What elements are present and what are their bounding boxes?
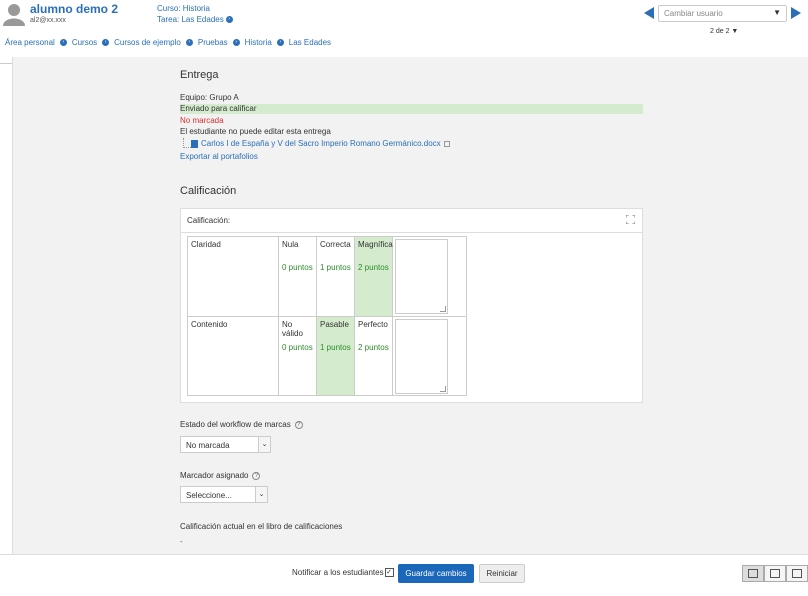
rubric-level-magnifica[interactable]: Magnífica 2 puntos bbox=[355, 237, 393, 316]
workflow-label-row: Estado del workflow de marcas? bbox=[180, 420, 303, 429]
layout-split-icon bbox=[770, 569, 780, 578]
breadcrumb-item-las-edades[interactable]: Las Edades bbox=[289, 38, 331, 47]
edit-status: El estudiante no puede editar esta entre… bbox=[180, 127, 331, 136]
gradebook-label: Calificación actual en el libro de calif… bbox=[180, 522, 343, 531]
file-tree-line bbox=[183, 138, 191, 148]
rubric-grid: Claridad Nula 0 puntos Correcta 1 puntos M… bbox=[187, 236, 467, 396]
remark-textarea[interactable] bbox=[395, 239, 448, 314]
change-user-select[interactable]: Cambiar usuario ▼ bbox=[658, 5, 787, 22]
level-label: Pasable bbox=[320, 320, 349, 329]
gradebook-value: - bbox=[180, 537, 183, 546]
level-label: Nula bbox=[282, 240, 299, 249]
level-points: 0 puntos bbox=[282, 263, 313, 272]
layout-default-button[interactable] bbox=[764, 565, 786, 582]
help-icon[interactable]: ? bbox=[294, 420, 303, 429]
breadcrumb: Área personal › Cursos › Cursos de ejemplo › P… bbox=[5, 38, 331, 47]
criterion-name: Contenido bbox=[188, 317, 279, 395]
document-icon bbox=[191, 139, 198, 148]
pager[interactable]: 2 de 2 ▼ bbox=[710, 28, 738, 35]
export-portfolio-link[interactable]: Exportar al portafolios bbox=[180, 152, 258, 161]
file-link[interactable]: Carlos I de España y V del Sacro Imperio… bbox=[201, 139, 441, 148]
file-row: Carlos I de España y V del Sacro Imperio… bbox=[191, 139, 450, 148]
submission-title: Entrega bbox=[180, 69, 219, 81]
layout-left-icon bbox=[748, 569, 758, 578]
chevron-down-icon: ⌄ bbox=[258, 437, 270, 452]
rubric-row-contenido: Contenido No válido 0 puntos Pasable 1 pun… bbox=[188, 316, 466, 395]
marker-select[interactable]: Seleccione... ⌄ bbox=[180, 486, 268, 503]
rubric-level-correcta[interactable]: Correcta 1 puntos bbox=[317, 237, 355, 316]
footer-toolbar: Notificar a los estudiantes ✓ Guardar cam… bbox=[0, 554, 808, 596]
level-points: 2 puntos bbox=[358, 343, 389, 352]
course-link[interactable]: Curso: Historia bbox=[157, 3, 233, 14]
dropdown-caret-icon: ▼ bbox=[773, 8, 781, 17]
rubric-panel-label: Calificación: bbox=[187, 216, 231, 225]
layout-switcher bbox=[742, 565, 808, 582]
rubric-panel: Calificación: Claridad Nula 0 puntos Corr… bbox=[180, 208, 643, 403]
remark-textarea[interactable] bbox=[395, 319, 448, 394]
task-link[interactable]: Tarea: Las Edades bbox=[157, 15, 224, 24]
grading-title: Calificación bbox=[180, 185, 237, 197]
save-button[interactable]: Guardar cambios bbox=[398, 564, 474, 583]
level-points: 1 puntos bbox=[320, 343, 351, 352]
user-name[interactable]: alumno demo 2 bbox=[30, 2, 118, 16]
marker-label: Marcador asignado bbox=[180, 471, 249, 480]
rubric-level-no-valido[interactable]: No válido 0 puntos bbox=[279, 317, 317, 395]
header: alumno demo 2 al2@xx.xxx Curso: Historia… bbox=[0, 0, 808, 57]
level-label: Magnífica bbox=[358, 240, 393, 249]
level-label: No válido bbox=[282, 320, 303, 338]
breadcrumb-separator-icon: › bbox=[102, 39, 110, 47]
reset-button[interactable]: Reiniciar bbox=[479, 564, 525, 583]
notify-checkbox[interactable]: ✓ bbox=[384, 568, 394, 578]
breadcrumb-item-historia[interactable]: Historia bbox=[245, 38, 272, 47]
breadcrumb-separator-icon: › bbox=[59, 39, 67, 47]
next-user-arrow-icon[interactable] bbox=[791, 7, 801, 19]
notify-students[interactable]: Notificar a los estudiantes ✓ bbox=[292, 568, 394, 578]
level-points: 0 puntos bbox=[282, 343, 313, 352]
layout-collapse-grade-button[interactable] bbox=[742, 565, 764, 582]
left-rail bbox=[0, 57, 13, 554]
level-label: Correcta bbox=[320, 240, 351, 249]
rubric-level-perfecto[interactable]: Perfecto 2 puntos bbox=[355, 317, 393, 395]
remark-cell bbox=[393, 237, 466, 316]
previous-user-arrow-icon[interactable] bbox=[644, 7, 654, 19]
arrow-circle-icon: › bbox=[225, 16, 233, 24]
team-text: Equipo: Grupo A bbox=[180, 93, 239, 102]
level-points: 2 puntos bbox=[358, 263, 389, 272]
workflow-value: No marcada bbox=[186, 441, 230, 450]
breadcrumb-item-pruebas[interactable]: Pruebas bbox=[198, 38, 228, 47]
pager-text: 2 de 2 bbox=[710, 28, 730, 35]
remark-cell bbox=[393, 317, 466, 395]
notify-label: Notificar a los estudiantes bbox=[292, 568, 384, 577]
panel-divider bbox=[181, 232, 642, 233]
breadcrumb-item-cursos[interactable]: Cursos bbox=[72, 38, 97, 47]
marker-value: Seleccione... bbox=[186, 491, 232, 500]
course-info: Curso: Historia Tarea: Las Edades › bbox=[157, 3, 233, 25]
user-avatar-icon bbox=[3, 4, 25, 26]
help-icon[interactable]: ? bbox=[252, 471, 261, 480]
breadcrumb-separator-icon: › bbox=[232, 39, 240, 47]
marker-label-row: Marcador asignado? bbox=[180, 471, 261, 480]
breadcrumb-separator-icon: › bbox=[185, 39, 193, 47]
portfolio-icon[interactable] bbox=[443, 140, 450, 147]
filter-icon[interactable]: ▼ bbox=[731, 28, 738, 35]
grading-status: No marcada bbox=[180, 116, 224, 125]
layout-right-icon bbox=[792, 569, 802, 578]
submission-status: Enviado para calificar bbox=[180, 104, 643, 114]
level-points: 1 puntos bbox=[320, 263, 351, 272]
expand-icon[interactable] bbox=[626, 215, 635, 224]
user-email: al2@xx.xxx bbox=[30, 17, 66, 24]
rubric-row-claridad: Claridad Nula 0 puntos Correcta 1 puntos M… bbox=[188, 237, 466, 316]
rubric-level-nula[interactable]: Nula 0 puntos bbox=[279, 237, 317, 316]
criterion-name: Claridad bbox=[188, 237, 279, 316]
rubric-level-pasable[interactable]: Pasable 1 puntos bbox=[317, 317, 355, 395]
workflow-label: Estado del workflow de marcas bbox=[180, 420, 291, 429]
workflow-select[interactable]: No marcada ⌄ bbox=[180, 436, 271, 453]
change-user-placeholder: Cambiar usuario bbox=[664, 9, 723, 18]
level-label: Perfecto bbox=[358, 320, 388, 329]
breadcrumb-item-cursos-de-ejemplo[interactable]: Cursos de ejemplo bbox=[114, 38, 181, 47]
breadcrumb-item-area-personal[interactable]: Área personal bbox=[5, 38, 55, 47]
breadcrumb-separator-icon: › bbox=[276, 39, 284, 47]
layout-collapse-review-button[interactable] bbox=[786, 565, 808, 582]
chevron-down-icon: ⌄ bbox=[255, 487, 267, 502]
